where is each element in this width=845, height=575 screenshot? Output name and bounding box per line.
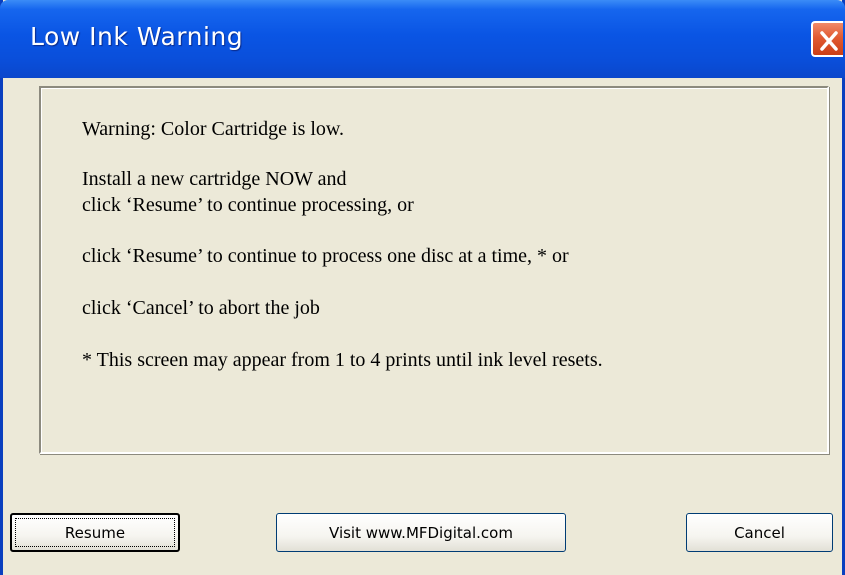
install-line: Install a new cartridge NOW and xyxy=(82,168,347,190)
message-panel: Warning: Color Cartridge is low. Install… xyxy=(39,86,829,454)
resume-button[interactable]: Resume xyxy=(10,513,180,552)
close-button[interactable] xyxy=(811,21,843,57)
resume-one-disc-line: click ‘Resume’ to continue to process on… xyxy=(82,245,569,267)
footnote-line: * This screen may appear from 1 to 4 pri… xyxy=(82,349,603,371)
low-ink-dialog: Low Ink Warning Warning: Color Cartridge… xyxy=(0,0,845,575)
title-bar[interactable]: Low Ink Warning xyxy=(0,0,845,78)
warning-line: Warning: Color Cartridge is low. xyxy=(82,118,345,140)
cancel-button-label: Cancel xyxy=(734,523,785,542)
cancel-button[interactable]: Cancel xyxy=(686,513,833,552)
close-icon xyxy=(820,31,838,51)
cancel-line: click ‘Cancel’ to abort the job xyxy=(82,297,320,319)
visit-website-button[interactable]: Visit www.MFDigital.com xyxy=(276,513,566,552)
resume-continue-line: click ‘Resume’ to continue processing, o… xyxy=(82,194,414,216)
dialog-title: Low Ink Warning xyxy=(30,22,244,51)
visit-website-button-label: Visit www.MFDigital.com xyxy=(329,523,513,542)
focus-rectangle xyxy=(15,518,175,547)
